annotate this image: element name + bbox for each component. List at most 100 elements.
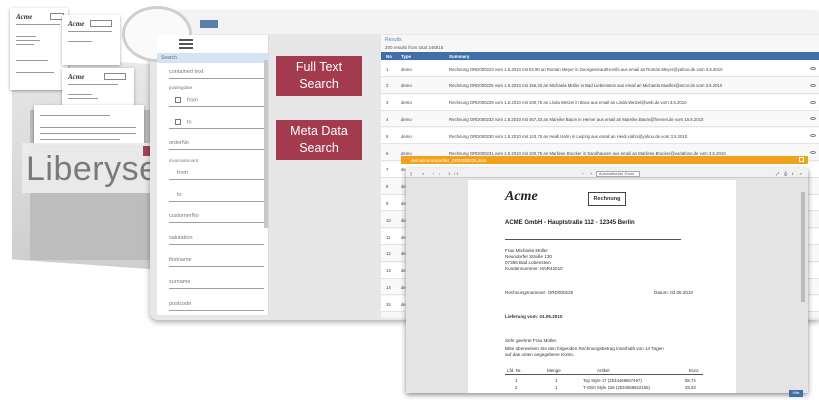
cell-no: 14 <box>386 284 391 290</box>
cell-summary: Rechnung ORD000233 vom 1.5.2010 mit 457,… <box>449 116 704 122</box>
cell-type: demo <box>401 66 412 72</box>
more-tools-icon[interactable]: » <box>800 171 802 176</box>
results-table-header: No Type Summary <box>381 52 819 60</box>
cell-summary: Rechnung ORD000229 vom 1.5.2010 mit 100,… <box>449 100 687 106</box>
cell-no: 6 <box>386 150 389 156</box>
document-type-box: Rechnung <box>588 192 626 206</box>
amount-to-field[interactable]: to <box>169 188 264 202</box>
doc-logo: Acme <box>16 13 33 21</box>
pdf-scrollbar[interactable] <box>801 192 805 302</box>
pdf-canvas-area: Acme Rechnung ACME GmbH - Hauptstraße 11… <box>406 178 808 393</box>
customerno-field[interactable]: customerNo <box>169 209 264 223</box>
company-line: ACME GmbH - Hauptstraße 112 - 12345 Berl… <box>505 220 635 226</box>
background-document: Acme <box>10 8 68 90</box>
column-header-summary[interactable]: Summary <box>449 54 470 59</box>
greeting-text: Bitte überweisen Sie den folgenden Rechn… <box>505 346 664 351</box>
cell-no: 3 <box>386 100 389 106</box>
invoice-page: Acme Rechnung ACME GmbH - Hauptstraße 11… <box>468 180 736 393</box>
print-icon[interactable]: ⎙ <box>784 171 787 176</box>
postingdate-to-field[interactable]: to <box>169 115 264 129</box>
preview-eye-icon[interactable] <box>810 100 816 104</box>
page-down-icon[interactable]: ↓ <box>438 171 440 176</box>
sidebar-scrollbar[interactable] <box>264 60 268 228</box>
preview-eye-icon[interactable] <box>810 117 816 121</box>
cell-no: 11 <box>386 234 391 240</box>
preview-eye-icon[interactable] <box>810 151 816 154</box>
hamburger-menu-icon[interactable] <box>179 39 193 49</box>
calendar-icon[interactable] <box>175 97 181 103</box>
results-title: Results <box>385 37 402 43</box>
cell-type: demo <box>401 150 412 156</box>
brand-name: Liberyse <box>26 150 159 188</box>
invoice-number: Rechnungsnummer: ORD000225 <box>505 290 574 295</box>
sidebar-toggle-icon[interactable]: ▯ <box>410 171 412 176</box>
address-line: Frau Michaela Müller <box>505 248 548 253</box>
help-button[interactable]: Hilfe <box>789 390 803 397</box>
cell-no: 1 <box>386 66 389 72</box>
delivery-date: Lieferung vom: 01.05.2010 <box>505 314 563 319</box>
pdf-toolbar: ▯ ⌕ ↑ ↓ 1 / 1 − + Automatischer Zoom ⤢ ⎙… <box>406 168 808 178</box>
zoom-in-icon[interactable]: + <box>590 171 592 176</box>
search-icon[interactable]: ⌕ <box>422 171 424 176</box>
column-header-type[interactable]: Type <box>401 54 411 59</box>
postingdate-from-field[interactable]: from <box>169 93 264 107</box>
orderno-field[interactable]: orderNo <box>169 136 264 150</box>
window-title-bar <box>150 12 819 34</box>
address-line: Neundorfer Straße 130 <box>505 254 552 259</box>
invoice-table-row: 2 1 T-Shirt Style 156 (2534569822165) 29… <box>515 385 696 390</box>
salutation-field[interactable]: salutation <box>169 231 264 245</box>
cell-no: 15 <box>386 301 391 307</box>
cell-type: demo <box>401 116 412 122</box>
cell-no: 5 <box>386 133 389 139</box>
cell-no: 10 <box>386 217 391 223</box>
column-header-no[interactable]: No <box>386 54 392 59</box>
firstname-field[interactable]: firstname <box>169 253 264 267</box>
window-tab-icon[interactable] <box>200 20 218 28</box>
surname-field[interactable]: surname <box>169 275 264 289</box>
separator <box>505 239 681 240</box>
fullscreen-icon[interactable]: ⤢ <box>776 171 779 176</box>
page-up-icon[interactable]: ↑ <box>432 171 434 176</box>
cell-no: 13 <box>386 268 391 274</box>
search-section-header[interactable]: Search <box>157 53 269 63</box>
cell-no: 12 <box>386 251 391 257</box>
preview-eye-icon[interactable] <box>810 134 816 138</box>
postingdate-label: postingdate <box>169 85 193 90</box>
table-row[interactable]: 1 demo Rechnung ORD000223 vom 1.5.2010 mit… <box>381 61 819 77</box>
acme-logo: Acme <box>505 189 538 204</box>
cell-summary: Rechnung ORD000223 vom 1.5.2010 mit 53,9… <box>449 66 723 72</box>
table-row[interactable]: 5 demo Rechnung ORD000230 vom 1.5.2010 mit… <box>381 128 819 145</box>
background-document <box>34 105 144 145</box>
invoice-table-row: 1 1 Top Style 17 (2534469667497) 58,74 <box>515 378 696 383</box>
page-count: / 1 <box>454 171 459 176</box>
table-row[interactable]: 3 demo Rechnung ORD000229 vom 1.5.2010 mit… <box>381 94 819 111</box>
cell-type: demo <box>401 100 412 106</box>
cell-no: 4 <box>386 116 389 122</box>
contained-text-field[interactable]: contained text <box>169 65 264 79</box>
cell-summary: Rechnung ORD000230 vom 1.5.2010 mit 143,… <box>449 133 688 139</box>
pdf-viewer: ▯ ⌕ ↑ ↓ 1 / 1 − + Automatischer Zoom ⤢ ⎙… <box>406 168 808 393</box>
cell-type: demo <box>401 83 412 89</box>
invoice-date: Datum: 03.05.2010 <box>654 290 694 295</box>
table-row[interactable]: 2 demo Rechnung ORD000225 vom 1.5.2010 mit… <box>381 77 819 94</box>
greeting: Sehr geehrte Frau Müller, <box>505 338 558 343</box>
calendar-icon[interactable] <box>175 119 181 125</box>
invoiceamount-label: invoiceamount <box>169 158 199 163</box>
invoice-table-header: Lfd. Nr. Menge Artikel Euro <box>505 367 703 375</box>
close-preview-icon[interactable] <box>799 157 804 162</box>
amount-from-field[interactable]: from <box>169 166 264 180</box>
download-icon[interactable]: ⭳ <box>792 171 793 178</box>
zoom-out-icon[interactable]: − <box>582 171 584 176</box>
table-row[interactable]: 4 demo Rechnung ORD000233 vom 1.5.2010 mit… <box>381 111 819 128</box>
preview-filename: demo|invoice|order_ORD000225.json <box>411 157 487 163</box>
zoom-select[interactable]: Automatischer Zoom <box>596 171 640 177</box>
preview-title-bar: demo|invoice|order_ORD000225.json <box>401 156 808 164</box>
preview-eye-icon[interactable] <box>810 83 816 87</box>
page-number[interactable]: 1 <box>448 171 450 176</box>
cell-no: 9 <box>386 200 389 206</box>
address-line: Kundennummer: KNR42010 <box>505 266 563 271</box>
background-document: Acme <box>62 15 120 65</box>
preview-eye-icon[interactable] <box>810 67 816 70</box>
postcode-field[interactable]: postcode <box>169 297 264 311</box>
cell-summary: Rechnung ORD000231 vom 1.5.2010 mit 100,… <box>449 150 726 156</box>
